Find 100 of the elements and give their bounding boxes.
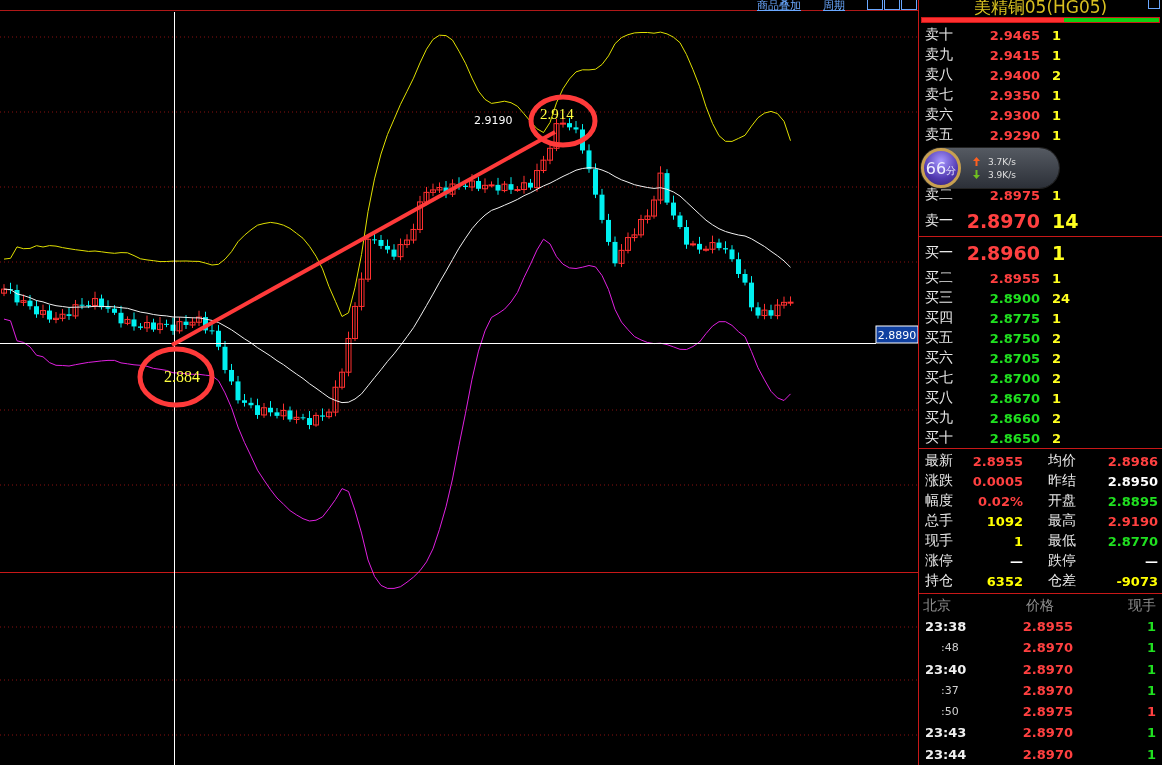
stat-label: 最高: [1048, 512, 1077, 531]
level-price: 2.9400: [988, 67, 1040, 83]
level-volume: 1: [1051, 127, 1062, 143]
stat-label: 最新: [925, 452, 954, 471]
price-annotation: 2.914: [540, 106, 574, 122]
level-price: 2.9415: [988, 47, 1040, 63]
level-volume: 14: [1051, 209, 1079, 232]
stat-label: 幅度: [925, 492, 954, 511]
level-volume: 1: [1051, 241, 1066, 264]
stat-value: 2.8770: [1106, 533, 1158, 549]
level-volume: 1: [1051, 187, 1062, 203]
level-volume: 1: [1051, 310, 1062, 326]
high-price-label: 2.9190: [474, 114, 513, 127]
stat-value: 2.8986: [1106, 453, 1158, 469]
tick-volume: 1: [1145, 618, 1156, 634]
stat-label: 最低: [1048, 532, 1077, 551]
stat-value: 2.8955: [971, 453, 1023, 469]
level-label: 买五: [924, 329, 954, 348]
level-label: 买十: [924, 429, 954, 448]
stat-label: 涨跌: [925, 472, 954, 491]
level-price: 2.8670: [988, 390, 1040, 406]
circle-marker: [528, 94, 598, 148]
tick-volume: 1: [1145, 661, 1156, 677]
level-price: 2.8705: [988, 350, 1040, 366]
speed-widget[interactable]: 66分 3.7K/s 3.9K/s: [921, 148, 1059, 188]
tick-volume: 1: [1145, 725, 1156, 741]
stat-label: 总手: [925, 512, 954, 531]
level-price: 2.9290: [988, 127, 1040, 143]
window-icon[interactable]: [1148, 0, 1160, 9]
stat-label: 现手: [925, 532, 954, 551]
level-label: 卖五: [924, 126, 954, 145]
level-label: 买九: [924, 409, 954, 428]
tick-time: 23:44: [925, 746, 968, 762]
stat-label: 昨结: [1048, 472, 1077, 491]
stat-value: 1: [1012, 533, 1023, 549]
level-price: 2.9300: [988, 107, 1040, 123]
level-price: 2.8970: [965, 209, 1040, 232]
tick-price: 2.8975: [1021, 704, 1073, 720]
level-price: 2.8975: [988, 187, 1040, 203]
stat-value: 2.9190: [1106, 513, 1158, 529]
toolbar-link[interactable]: 商品叠加: [757, 0, 801, 12]
tick-price: 2.8970: [1021, 661, 1073, 677]
stat-label: 持仓: [925, 572, 954, 591]
level-volume: 1: [1051, 270, 1062, 286]
tick-price: 2.8970: [1021, 640, 1073, 656]
level-volume: 24: [1051, 290, 1071, 306]
level-label: 买二: [924, 269, 954, 288]
level-volume: 1: [1051, 390, 1062, 406]
level-label: 买一: [924, 243, 954, 262]
stat-label: 均价: [1048, 452, 1077, 471]
tick-volume: 1: [1145, 704, 1156, 720]
column-header: 现手: [1128, 597, 1156, 615]
stat-value: 0.02%: [976, 493, 1023, 509]
tick-price: 2.8970: [1021, 725, 1073, 741]
level-volume: 1: [1051, 87, 1062, 103]
level-price: 2.9350: [988, 87, 1040, 103]
level-volume: 2: [1051, 430, 1062, 446]
tick-volume: 1: [1145, 640, 1156, 656]
level-price: 2.8700: [988, 370, 1040, 386]
level-price: 2.9465: [988, 27, 1040, 43]
level-price: 2.8660: [988, 410, 1040, 426]
level-price: 2.8960: [965, 241, 1040, 264]
level-volume: 2: [1051, 67, 1062, 83]
tick-price: 2.8970: [1021, 682, 1073, 698]
tick-price: 2.8970: [1021, 746, 1073, 762]
level-volume: 2: [1051, 370, 1062, 386]
stat-value: —: [1009, 553, 1023, 569]
level-price: 2.8775: [988, 310, 1040, 326]
toolbar-link[interactable]: 周期: [823, 0, 845, 12]
level-volume: 1: [1051, 107, 1062, 123]
tick-volume: 1: [1145, 746, 1156, 762]
stat-value: 0.0005: [971, 473, 1023, 489]
level-price: 2.8750: [988, 330, 1040, 346]
level-volume: 2: [1051, 330, 1062, 346]
tick-time: 23:38: [925, 618, 968, 634]
stat-label: 涨停: [925, 552, 954, 571]
stat-value: 2.8950: [1106, 473, 1158, 489]
level-label: 买六: [924, 349, 954, 368]
stat-label: 跌停: [1048, 552, 1077, 571]
level-price: 2.8955: [988, 270, 1040, 286]
score-text: 66: [925, 158, 947, 178]
stat-value: -9073: [1115, 573, 1158, 589]
download-speed: 3.9K/s: [988, 169, 1016, 180]
level-label: 卖十: [924, 26, 954, 45]
level-label: 卖六: [924, 106, 954, 125]
tick-time: 23:40: [925, 661, 968, 677]
level-label: 卖七: [924, 86, 954, 105]
tick-volume: 1: [1145, 682, 1156, 698]
stat-value: 2.8895: [1106, 493, 1158, 509]
level-label: 买七: [924, 369, 954, 388]
level-volume: 2: [1051, 350, 1062, 366]
column-header: 北京: [923, 597, 951, 615]
up-arrow-icon: [973, 157, 980, 166]
level-volume: 2: [1051, 410, 1062, 426]
level-label: 买四: [924, 309, 954, 328]
upload-speed: 3.7K/s: [988, 156, 1016, 167]
tick-time: :50: [940, 705, 960, 719]
level-label: 卖二: [924, 186, 954, 205]
stat-label: 仓差: [1048, 572, 1077, 591]
tick-time: :37: [940, 683, 960, 697]
